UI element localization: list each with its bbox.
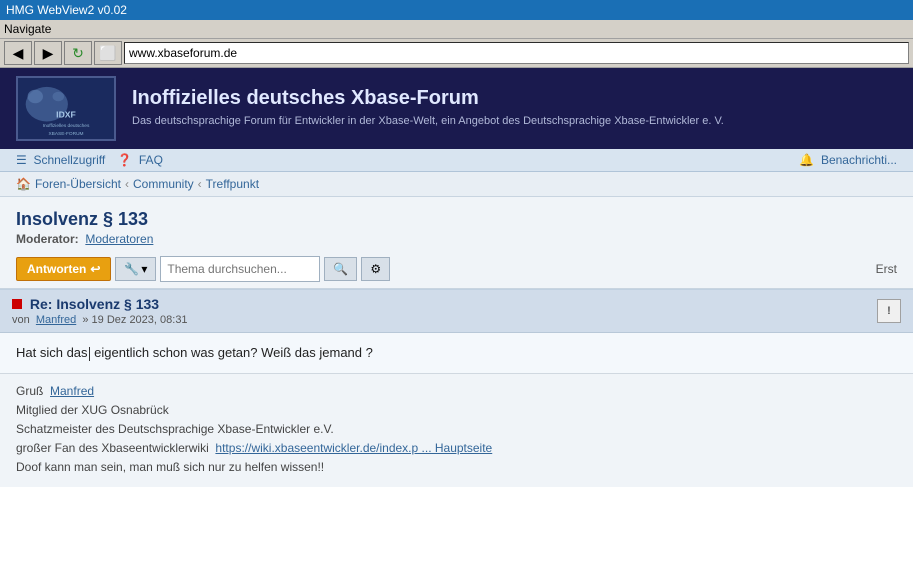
breadcrumb: 🏠 Foren-Übersicht ‹ Community ‹ Treffpun… bbox=[0, 172, 913, 197]
logo-svg: IDXF Inoffizielles deutsches XBASE-FORUM bbox=[18, 76, 114, 141]
report-button[interactable]: ! bbox=[877, 299, 901, 323]
page-title-area: Insolvenz § 133 Moderator: Moderatoren bbox=[0, 197, 913, 250]
signature-area: Gruß Manfred Mitglied der XUG Osnabrück … bbox=[0, 373, 913, 488]
post-date: » 19 Dez 2023, 08:31 bbox=[82, 314, 187, 326]
signature-author-link[interactable]: Manfred bbox=[50, 384, 94, 398]
nav-right: 🔔 Benachrichti... bbox=[799, 153, 897, 167]
moderator-label: Moderator: bbox=[16, 232, 79, 246]
post-text-part2: eigentlich schon was getan? Weiß das jem… bbox=[91, 345, 373, 360]
post-title: Re: Insolvenz § 133 bbox=[12, 296, 188, 312]
breadcrumb-sep-1: ‹ bbox=[125, 177, 129, 191]
cursor bbox=[89, 347, 90, 361]
svg-text:IDXF: IDXF bbox=[56, 110, 76, 120]
bell-icon: 🔔 bbox=[799, 153, 814, 167]
forum-logo: IDXF Inoffizielles deutsches XBASE-FORUM bbox=[16, 76, 116, 141]
title-bar: HMG WebView2 v0.02 bbox=[0, 0, 913, 20]
nav-faq[interactable]: ❓ FAQ bbox=[117, 153, 163, 167]
sig-wiki-link[interactable]: https://wiki.xbaseentwickler.de/index.p … bbox=[215, 441, 492, 455]
post-flag-icon bbox=[12, 299, 22, 309]
pagination-label: Erst bbox=[876, 262, 897, 276]
svg-text:XBASE-FORUM: XBASE-FORUM bbox=[48, 131, 83, 137]
post-area: Re: Insolvenz § 133 von Manfred » 19 Dez… bbox=[0, 289, 913, 487]
search-button[interactable]: 🔍 bbox=[324, 257, 357, 281]
signature-greeting: Gruß Manfred bbox=[16, 382, 897, 401]
forward-button[interactable]: ▶ bbox=[34, 41, 62, 65]
refresh-button[interactable]: ↻ bbox=[64, 41, 92, 65]
advanced-search-button[interactable]: ⚙ bbox=[361, 257, 390, 281]
menu-navigate[interactable]: Navigate bbox=[4, 22, 51, 36]
breadcrumb-forenubersicht[interactable]: Foren-Übersicht bbox=[35, 177, 121, 191]
reply-button[interactable]: Antworten ↩ bbox=[16, 257, 111, 281]
back-button[interactable]: ◀ bbox=[4, 41, 32, 65]
forum-banner: IDXF Inoffizielles deutsches XBASE-FORUM… bbox=[0, 68, 913, 149]
post-header: Re: Insolvenz § 133 von Manfred » 19 Dez… bbox=[0, 290, 913, 333]
stop-button[interactable]: ⬜ bbox=[94, 41, 122, 65]
title-bar-text: HMG WebView2 v0.02 bbox=[6, 3, 127, 17]
greeting-text: Gruß bbox=[16, 384, 43, 398]
reply-label: Antworten bbox=[27, 262, 86, 276]
nav-bar: ☰ Schnellzugriff ❓ FAQ 🔔 Benachrichti... bbox=[0, 149, 913, 172]
sig-line-1: Mitglied der XUG Osnabrück bbox=[16, 401, 897, 420]
menu-bar: Navigate bbox=[0, 20, 913, 39]
hamburger-icon: ☰ bbox=[16, 153, 27, 167]
breadcrumb-treffpunkt[interactable]: Treffpunkt bbox=[206, 177, 259, 191]
topic-search-input[interactable] bbox=[160, 256, 320, 282]
reply-icon: ↩ bbox=[90, 262, 100, 276]
tools-button[interactable]: 🔧 ▾ bbox=[115, 257, 156, 281]
sig-line-3: großer Fan des Xbaseentwicklerwiki https… bbox=[16, 439, 897, 458]
home-icon[interactable]: 🏠 bbox=[16, 177, 31, 191]
nav-left: ☰ Schnellzugriff ❓ FAQ bbox=[16, 153, 163, 167]
nav-schnellzugriff[interactable]: ☰ Schnellzugriff bbox=[16, 153, 105, 167]
question-icon: ❓ bbox=[117, 153, 132, 167]
post-meta: von Manfred » 19 Dez 2023, 08:31 bbox=[12, 314, 188, 326]
post-toolbar: Antworten ↩ 🔧 ▾ 🔍 ⚙ Erst bbox=[0, 250, 913, 289]
toolbar: ◀ ▶ ↻ ⬜ bbox=[0, 39, 913, 68]
breadcrumb-sep-2: ‹ bbox=[198, 177, 202, 191]
gear-icon: ⚙ bbox=[370, 262, 381, 276]
post-text-part1: Hat sich das bbox=[16, 345, 88, 360]
page-title: Insolvenz § 133 bbox=[16, 209, 897, 230]
forum-subtitle: Das deutschsprachige Forum für Entwickle… bbox=[132, 114, 724, 129]
banner-title-area: Inoffizielles deutsches Xbase-Forum Das … bbox=[132, 87, 724, 129]
breadcrumb-community[interactable]: Community bbox=[133, 177, 194, 191]
author-prefix: von bbox=[12, 314, 30, 326]
address-input[interactable] bbox=[124, 42, 909, 64]
post-author-link[interactable]: Manfred bbox=[36, 314, 76, 326]
wrench-icon: 🔧 bbox=[124, 262, 139, 276]
sig-wiki-text: großer Fan des Xbaseentwicklerwiki bbox=[16, 441, 209, 455]
svg-text:Inoffizielles deutsches: Inoffizielles deutsches bbox=[43, 123, 90, 129]
sig-line-4: Doof kann man sein, man muß sich nur zu … bbox=[16, 458, 897, 477]
nav-benachrichtigungen[interactable]: Benachrichti... bbox=[821, 153, 897, 167]
moderator-line: Moderator: Moderatoren bbox=[16, 232, 897, 246]
search-icon: 🔍 bbox=[333, 262, 348, 276]
post-body: Hat sich das eigentlich schon was getan?… bbox=[0, 333, 913, 373]
moderator-link[interactable]: Moderatoren bbox=[85, 232, 153, 246]
browser-content: IDXF Inoffizielles deutsches XBASE-FORUM… bbox=[0, 68, 913, 487]
post-header-left: Re: Insolvenz § 133 von Manfred » 19 Dez… bbox=[12, 296, 188, 326]
post-content: Hat sich das eigentlich schon was getan?… bbox=[16, 343, 897, 363]
sig-line-2: Schatzmeister des Deutschsprachige Xbase… bbox=[16, 420, 897, 439]
tools-dropdown-icon: ▾ bbox=[141, 262, 147, 276]
forum-title: Inoffizielles deutsches Xbase-Forum bbox=[132, 87, 724, 110]
